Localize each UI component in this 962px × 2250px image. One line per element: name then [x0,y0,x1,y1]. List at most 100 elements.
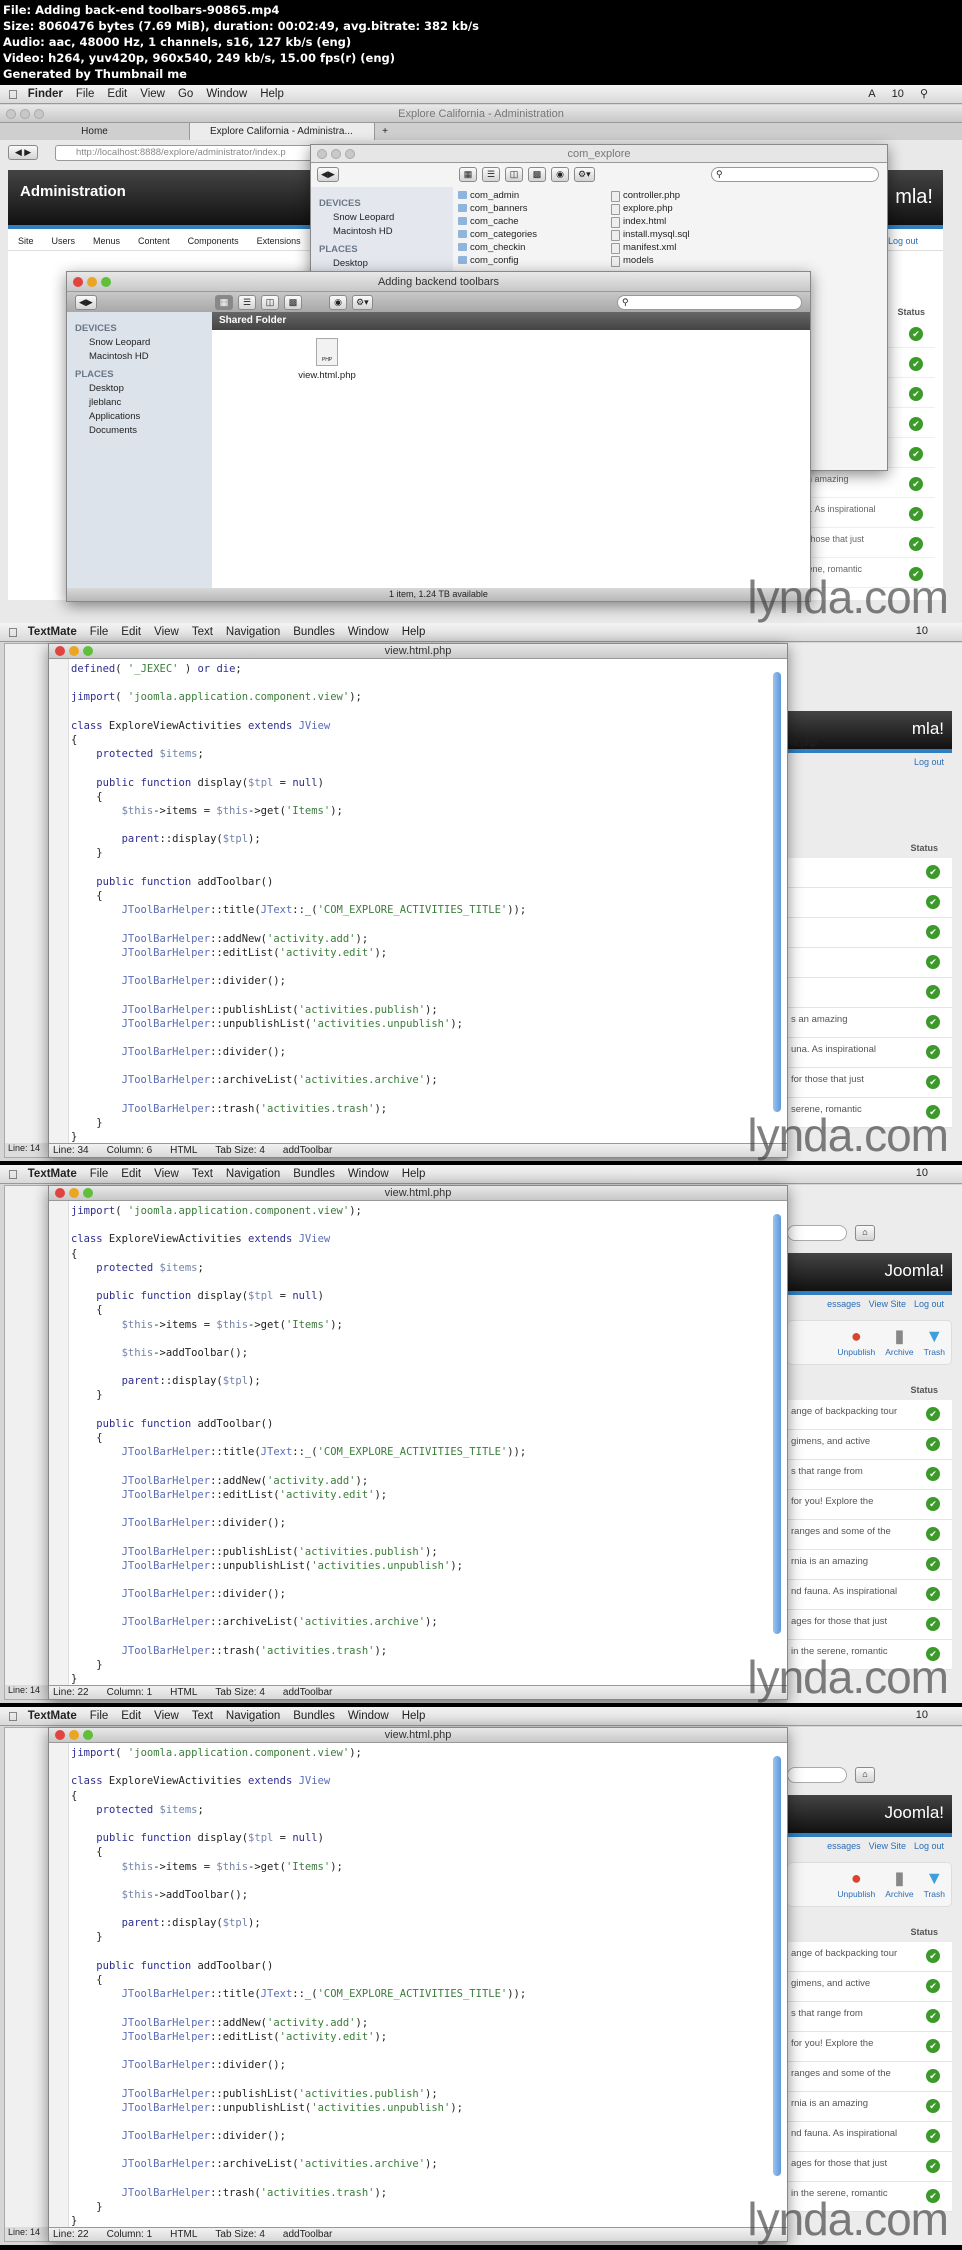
action-gear-icon[interactable]: ⚙▾ [574,167,595,182]
menu-text[interactable]: Text [192,1710,213,1722]
messages-link[interactable]: essages [827,1841,861,1851]
sidebar-item-macintosh-hd[interactable]: Macintosh HD [319,225,445,239]
browser-search[interactable] [787,1225,847,1241]
published-check-icon[interactable]: ✔ [926,2159,940,2173]
tab-size-select[interactable]: Tab Size: 4 [215,2228,264,2241]
minimize-button[interactable] [331,149,341,159]
logout-link[interactable]: Log out [914,1299,944,1309]
tab-home[interactable]: Home [0,123,190,140]
menu-help[interactable]: Help [260,88,284,100]
menu-finder[interactable]: Finder [28,88,63,100]
home-button[interactable]: ⌂ [855,1767,875,1783]
zoom-button[interactable] [101,277,111,287]
published-check-icon[interactable]: ✔ [926,2039,940,2053]
nav-menus[interactable]: Menus [93,236,120,246]
published-check-icon[interactable]: ✔ [926,1497,940,1511]
menu-help[interactable]: Help [402,626,426,638]
published-check-icon[interactable]: ✔ [909,507,923,521]
menu-bundles[interactable]: Bundles [293,626,335,638]
zoom-button[interactable] [34,109,44,119]
tab-size-select[interactable]: Tab Size: 4 [215,1144,264,1157]
toolbar-button-archive[interactable]: ▮ Archive [885,1325,913,1364]
close-button[interactable] [73,277,83,287]
published-check-icon[interactable]: ✔ [926,2099,940,2113]
menu-text[interactable]: Text [192,1168,213,1180]
back-forward-buttons[interactable]: ◀ ▶ [8,145,38,160]
file-item[interactable]: index.html [609,215,749,228]
published-check-icon[interactable]: ✔ [926,2129,940,2143]
symbol-select[interactable]: addToolbar [283,1144,332,1157]
folder-item[interactable]: com_categories [456,228,596,241]
tab-explore-california[interactable]: Explore California - Administra... [190,123,375,140]
vertical-scrollbar[interactable] [773,1756,781,2176]
spotlight-icon[interactable]: ⚲ [920,88,928,100]
view-list-button[interactable]: ☰ [238,295,256,310]
close-button[interactable] [6,109,16,119]
new-tab-button[interactable]: + [375,123,395,140]
file-item[interactable]: explore.php [609,202,749,215]
view-columns-button[interactable]: ◫ [505,167,523,182]
published-check-icon[interactable]: ✔ [909,537,923,551]
minimize-button[interactable] [87,277,97,287]
published-check-icon[interactable]: ✔ [926,2069,940,2083]
menu-textmate[interactable]: TextMate [28,1168,77,1180]
published-check-icon[interactable]: ✔ [909,387,923,401]
messages-link[interactable]: essages [827,1299,861,1309]
finder-search[interactable]: ⚲ [617,295,802,310]
view-list-button[interactable]: ☰ [482,167,500,182]
published-check-icon[interactable]: ✔ [909,447,923,461]
view-site-link[interactable]: View Site [869,1841,906,1851]
published-check-icon[interactable]: ✔ [926,1467,940,1481]
published-check-icon[interactable]: ✔ [926,955,940,969]
menu-edit[interactable]: Edit [121,626,141,638]
published-check-icon[interactable]: ✔ [909,417,923,431]
menu-file[interactable]: File [90,1168,109,1180]
menu-view[interactable]: View [140,88,165,100]
vertical-scrollbar[interactable] [773,672,781,1112]
menu-file[interactable]: File [90,1710,109,1722]
published-check-icon[interactable]: ✔ [926,1617,940,1631]
published-check-icon[interactable]: ✔ [926,1979,940,1993]
menu-file[interactable]: File [90,626,109,638]
menu-bundles[interactable]: Bundles [293,1710,335,1722]
code-editor[interactable]: defined( '_JEXEC' ) or die; jimport( 'joo… [71,662,771,1144]
published-check-icon[interactable]: ✔ [926,1437,940,1451]
close-button[interactable] [55,1188,65,1198]
minimize-button[interactable] [69,1188,79,1198]
file-item[interactable]: controller.php [609,189,749,202]
published-check-icon[interactable]: ✔ [909,327,923,341]
logout-link[interactable]: Log out [914,757,944,767]
toolbar-button-trash[interactable]: ▼ Trash [924,1867,945,1906]
logout-link[interactable]: Log out [888,236,918,246]
code-editor[interactable]: jimport( 'joomla.application.component.v… [71,1204,771,1686]
toolbar-button-unpublish[interactable]: ● Unpublish [837,1867,875,1906]
menu-textmate[interactable]: TextMate [28,1710,77,1722]
folder-item[interactable]: com_banners [456,202,596,215]
published-check-icon[interactable]: ✔ [926,895,940,909]
published-check-icon[interactable]: ✔ [926,925,940,939]
quicklook-eye-icon[interactable]: ◉ [551,167,569,182]
back-forward-buttons[interactable]: ◀▶ [317,167,339,182]
published-check-icon[interactable]: ✔ [926,1045,940,1059]
menu-view[interactable]: View [154,1710,179,1722]
menu-edit[interactable]: Edit [107,88,127,100]
sidebar-item-snow-leopard[interactable]: Snow Leopard [75,336,204,350]
file-item[interactable]: manifest.xml [609,241,749,254]
menu-edit[interactable]: Edit [121,1710,141,1722]
menu-help[interactable]: Help [402,1710,426,1722]
menu-navigation[interactable]: Navigation [226,1710,280,1722]
menu-window[interactable]: Window [348,1168,389,1180]
view-icons-button[interactable]: ▦ [215,295,233,310]
logout-link[interactable]: Log out [914,1841,944,1851]
minimize-button[interactable] [69,646,79,656]
zoom-button[interactable] [83,1730,93,1740]
toolbar-button-trash[interactable]: ▼ Trash [924,1325,945,1364]
menu-window[interactable]: Window [348,626,389,638]
published-check-icon[interactable]: ✔ [926,1949,940,1963]
menu-go[interactable]: Go [178,88,193,100]
published-check-icon[interactable]: ✔ [926,1407,940,1421]
menu-edit[interactable]: Edit [121,1168,141,1180]
browser-search[interactable] [787,1767,847,1783]
sidebar-item-snow-leopard[interactable]: Snow Leopard [319,211,445,225]
nav-site[interactable]: Site [18,236,34,246]
